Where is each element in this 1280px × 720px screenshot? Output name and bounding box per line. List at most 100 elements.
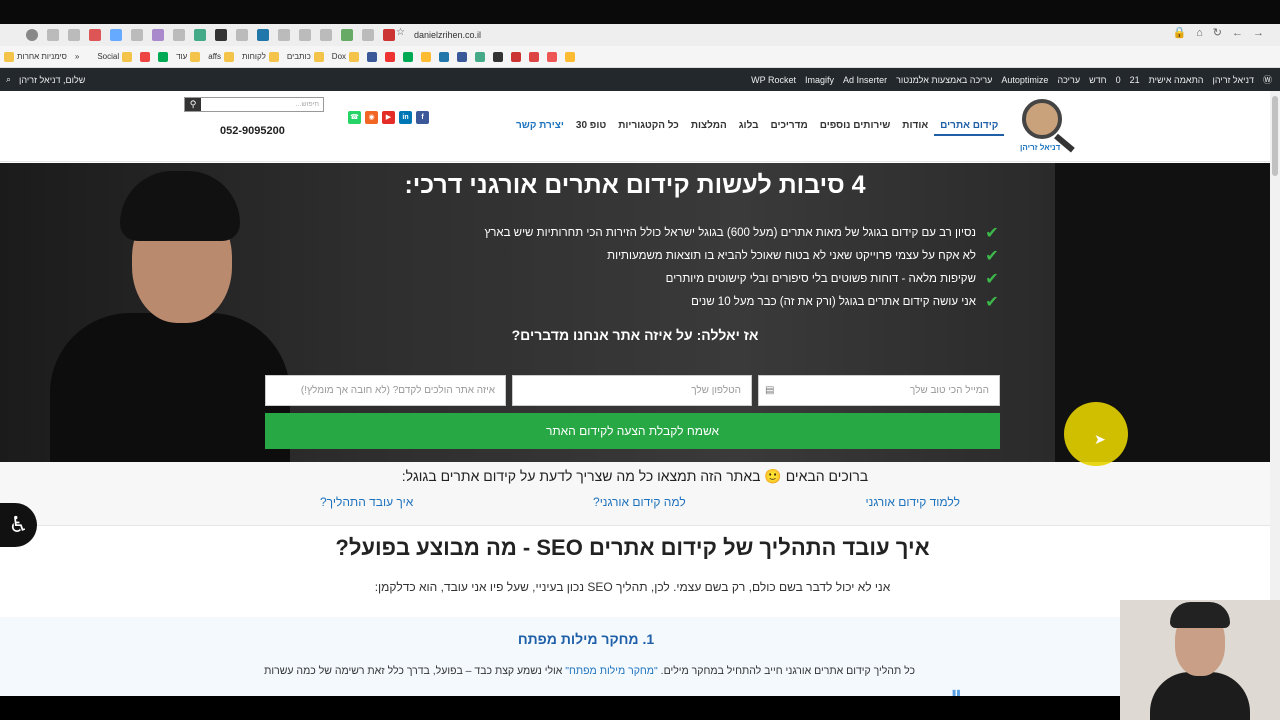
sheets-icon xyxy=(403,51,414,62)
wordpress-icon[interactable]: Ⓦ xyxy=(1263,73,1272,86)
link-why-organic[interactable]: למה קידום אורגני? xyxy=(593,495,686,509)
nav-item[interactable]: כל הקטגוריות xyxy=(612,117,685,136)
nav-item[interactable]: יצירת קשר xyxy=(510,117,570,136)
bookmark-icon-item[interactable] xyxy=(565,51,576,62)
bookmark-clients[interactable]: לקוחות xyxy=(242,51,279,62)
header-search[interactable]: ⚲ חיפוש... xyxy=(184,97,324,112)
extension-icon[interactable] xyxy=(152,29,164,41)
contact-card-icon: ▤ xyxy=(765,385,775,396)
nav-item[interactable]: קידום אתרים xyxy=(934,117,1005,136)
submit-button[interactable]: אשמח לקבלת הצעה לקידום האתר xyxy=(265,413,1000,449)
nav-item[interactable]: המלצות xyxy=(685,117,733,136)
link-how-it-works[interactable]: איך עובד התהליך? xyxy=(320,495,413,509)
bookmark-star-icon[interactable]: ☆ xyxy=(396,27,405,38)
bookmark-icon-item[interactable] xyxy=(140,51,151,62)
extension-icon[interactable] xyxy=(362,29,374,41)
checklist-text: שקיפות מלאה - דוחות פשוטים בלי סיפורים ו… xyxy=(665,272,976,285)
bookmark-icon-item[interactable] xyxy=(457,51,468,62)
nav-item[interactable]: טופ 30 xyxy=(570,117,612,136)
facebook-icon[interactable]: f xyxy=(416,111,429,124)
extension-icon[interactable] xyxy=(341,29,353,41)
bookmark-icon-item[interactable] xyxy=(421,51,432,62)
extension-icon[interactable] xyxy=(110,29,122,41)
website-field[interactable]: איזה אתר הולכים לקדם? (לא חובה אך מומלץ!… xyxy=(265,375,506,406)
extension-icon[interactable] xyxy=(278,29,290,41)
extension-icon[interactable] xyxy=(194,29,206,41)
search-icon[interactable]: ⚲ xyxy=(185,98,201,111)
phone-field[interactable]: הטלפון שלך xyxy=(512,375,752,406)
linkedin-icon[interactable]: in xyxy=(399,111,412,124)
admin-item-wp-rocket[interactable]: WP Rocket xyxy=(751,75,796,85)
extension-icon[interactable] xyxy=(89,29,101,41)
screen-top-border xyxy=(0,0,1280,24)
bookmark-icon-item[interactable] xyxy=(403,51,414,62)
step-link[interactable]: "מחקר מילות מפתח" xyxy=(565,665,658,677)
bookmark-icon-item[interactable] xyxy=(439,51,450,62)
nav-item[interactable]: שירותים נוספים xyxy=(814,117,897,136)
bookmark-icon-item[interactable] xyxy=(529,51,540,62)
step-text-part: אולי נשמע קצת כבד – בפועל, בדרך כלל זאת … xyxy=(264,665,566,677)
admin-item-updates[interactable]: 21 xyxy=(1130,75,1140,85)
rss-icon[interactable]: ◉ xyxy=(365,111,378,124)
bookmark-more[interactable]: עוד xyxy=(176,51,201,62)
search-icon[interactable]: ⌕ xyxy=(6,74,11,85)
facebook-icon xyxy=(367,51,378,62)
step-text-part: כל תהליך קידום אתרים אורגני חייב להתחיל … xyxy=(657,665,915,677)
link-learn-organic[interactable]: ללמוד קידום אורגני xyxy=(866,495,960,509)
bookmark-icon-item[interactable] xyxy=(547,51,558,62)
bookmarks-overflow[interactable]: » xyxy=(75,52,79,61)
admin-item-site[interactable]: דניאל זריהן xyxy=(1213,75,1254,85)
extension-icon[interactable] xyxy=(299,29,311,41)
extension-icon[interactable] xyxy=(68,29,80,41)
extension-icon[interactable] xyxy=(236,29,248,41)
extension-icon[interactable] xyxy=(47,29,59,41)
nav-item[interactable]: אודות xyxy=(896,117,934,136)
site-logo[interactable]: דניאל זריהן xyxy=(1018,97,1080,157)
admin-item-customize[interactable]: התאמה אישית xyxy=(1149,75,1204,85)
extension-icon[interactable] xyxy=(215,29,227,41)
admin-greeting[interactable]: שלום, דניאל זריהן xyxy=(19,75,85,85)
bookmark-label: לקוחות xyxy=(242,52,266,61)
profile-icon[interactable] xyxy=(26,29,38,41)
admin-item-imagify[interactable]: Imagify xyxy=(805,75,834,85)
social-icons: ☎ ◉ ▶ in f xyxy=(348,111,429,124)
bookmarks-bar: סימניות אחרות » Social עוד affs לקוחות כ… xyxy=(0,46,1280,68)
admin-item-autoptimize[interactable]: Autoptimize xyxy=(1001,75,1048,85)
bookmark-icon-item[interactable] xyxy=(493,51,504,62)
whatsapp-icon[interactable]: ☎ xyxy=(348,111,361,124)
extension-icon[interactable] xyxy=(173,29,185,41)
youtube-icon xyxy=(511,51,522,62)
bookmark-affs[interactable]: affs xyxy=(208,51,235,62)
bookmark-icon-item[interactable] xyxy=(475,51,486,62)
search-input[interactable]: חיפוש... xyxy=(201,98,323,111)
admin-item-ad-inserter[interactable]: Ad Inserter xyxy=(843,75,887,85)
bookmark-icon-item[interactable] xyxy=(385,51,396,62)
header-phone[interactable]: 052-9095200 xyxy=(220,125,285,137)
bookmark-icon-item[interactable] xyxy=(511,51,522,62)
bookmark-icon-item[interactable] xyxy=(158,51,169,62)
youtube-icon[interactable]: ▶ xyxy=(382,111,395,124)
bookmark-social[interactable]: Social xyxy=(97,51,133,62)
bookmark-folder-other[interactable]: סימניות אחרות xyxy=(4,51,67,62)
address-bar-url[interactable]: danielzrihen.co.il xyxy=(414,26,481,44)
nav-item[interactable]: מדריכים xyxy=(765,117,814,136)
website-viewport: דניאל זריהן קידום אתרים אודות שירותים נוספ… xyxy=(0,91,1270,696)
extension-icon[interactable] xyxy=(131,29,143,41)
admin-item-comments[interactable]: 0 xyxy=(1116,75,1121,85)
checkmark-icon: ✔ xyxy=(985,293,999,311)
portrait-hair xyxy=(120,171,240,241)
admin-item-edit[interactable]: עריכה xyxy=(1057,75,1080,85)
bookmark-dox[interactable]: Dox xyxy=(332,51,360,62)
bookmark-writers[interactable]: כותבים xyxy=(286,51,324,62)
email-field[interactable]: המייל הכי טוב שלך ▤ xyxy=(758,375,1000,406)
bookmark-icon-item[interactable] xyxy=(367,51,378,62)
scrollbar-thumb[interactable] xyxy=(1272,96,1278,176)
admin-item-new[interactable]: חדש xyxy=(1089,75,1106,85)
nav-item[interactable]: בלוג xyxy=(733,117,765,136)
extension-icon[interactable] xyxy=(257,29,269,41)
extension-icon[interactable] xyxy=(383,29,395,41)
bookmark-label: כותבים xyxy=(286,52,311,61)
browser-nav-buttons[interactable]: 🔒⌂↻←→ xyxy=(1172,26,1274,39)
admin-item-elementor[interactable]: עריכה באמצעות אלמנטור xyxy=(896,75,992,85)
extension-icon[interactable] xyxy=(320,29,332,41)
